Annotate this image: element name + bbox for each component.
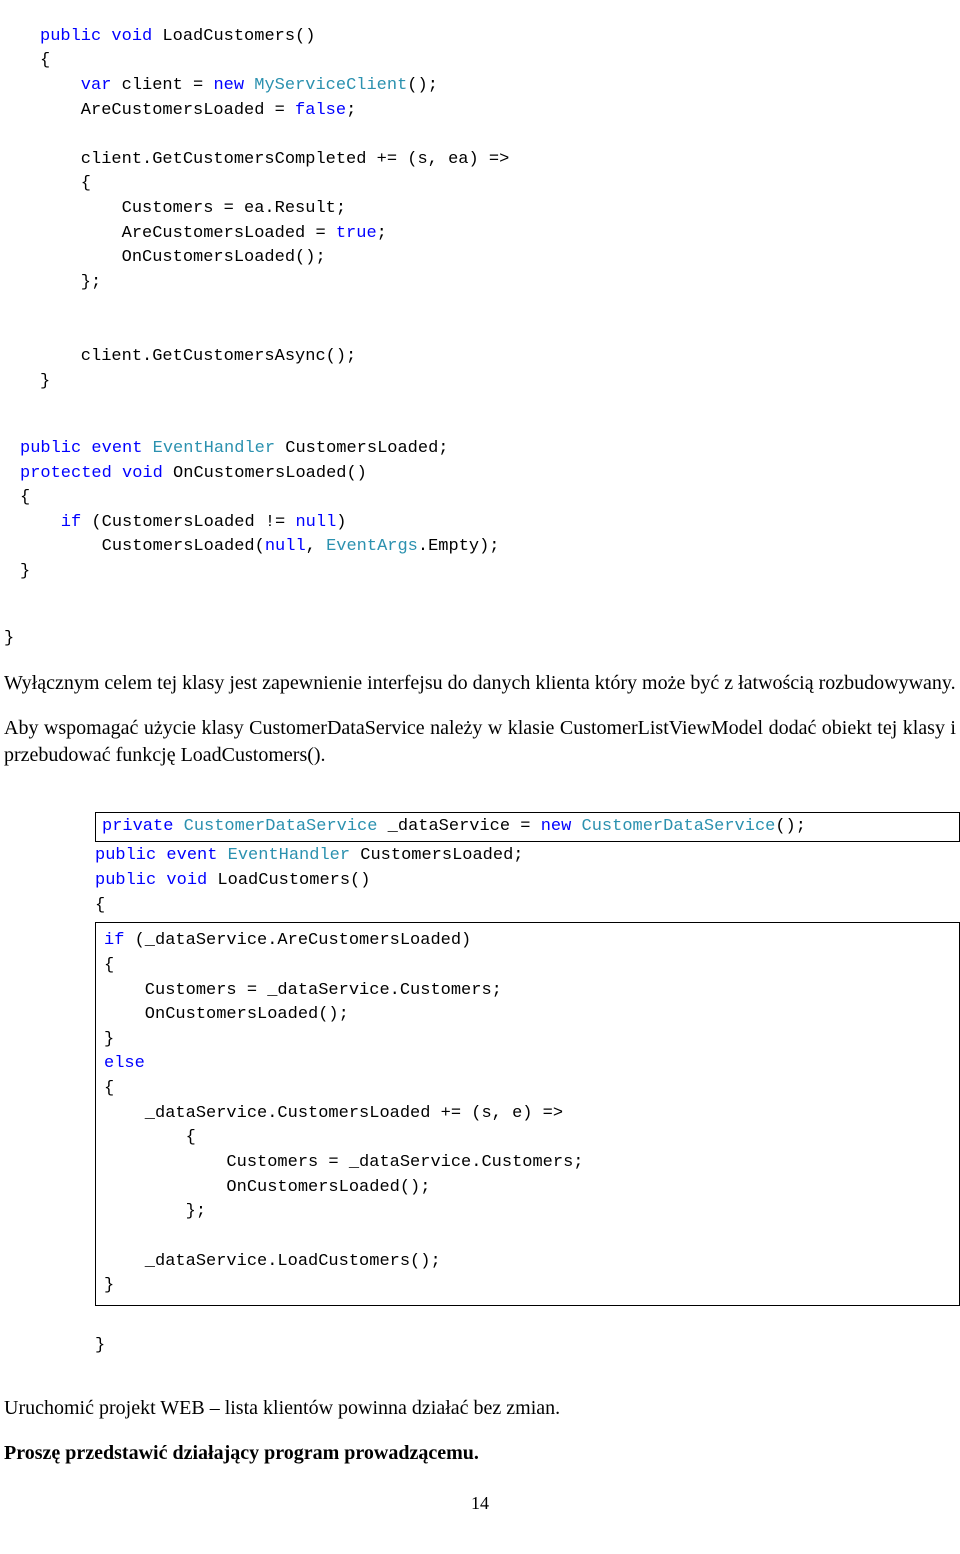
code-text: , [306, 537, 326, 556]
kw-if: if [20, 513, 81, 532]
code-text: AreCustomersLoaded = [40, 224, 336, 243]
code-text: } [104, 1276, 114, 1295]
code-block-loadcustomers: public void LoadCustomers() { var client… [40, 0, 960, 394]
code-text: CustomersLoaded( [20, 537, 265, 556]
kw-public: public [95, 846, 156, 865]
code-text: } [95, 1336, 105, 1355]
kw-if: if [104, 931, 124, 950]
kw-else: else [104, 1054, 145, 1073]
code-text: { [40, 174, 91, 193]
kw-void: void [111, 27, 152, 46]
code-text: } [104, 1030, 114, 1049]
type-name: EventHandler [217, 846, 350, 865]
code-block-event: public event EventHandler CustomersLoade… [20, 412, 960, 584]
code-text: (); [407, 76, 438, 95]
document-page: public void LoadCustomers() { var client… [0, 0, 960, 1554]
code-text: _dataService.LoadCustomers(); [104, 1252, 441, 1271]
code-text: ; [346, 101, 356, 120]
code-text: } [20, 562, 30, 581]
code-text: Customers = _dataService.Customers; [104, 981, 502, 1000]
code-text: { [95, 896, 105, 915]
code-text: { [104, 1079, 114, 1098]
code-text: (_dataService.AreCustomersLoaded) [124, 931, 471, 950]
page-number: 14 [0, 1493, 960, 1514]
code-text: ; [377, 224, 387, 243]
kw-protected: protected [20, 464, 112, 483]
code-text: Customers = ea.Result; [40, 199, 346, 218]
code-text: ) [336, 513, 346, 532]
code-text: } [4, 629, 14, 648]
code-block-dataservice: private CustomerDataService _dataService… [95, 787, 960, 1359]
code-text: OnCustomersLoaded(); [104, 1005, 349, 1024]
code-text: { [20, 488, 30, 507]
code-text: (CustomersLoaded != [81, 513, 295, 532]
type-name: CustomerDataService [571, 817, 775, 836]
kw-true: true [336, 224, 377, 243]
type-name: EventArgs [326, 537, 418, 556]
code-text: }; [40, 273, 101, 292]
kw-event: event [81, 439, 142, 458]
kw-void: void [156, 871, 207, 890]
kw-public: public [40, 27, 101, 46]
code-text: OnCustomersLoaded(); [40, 248, 326, 267]
kw-null: null [295, 513, 336, 532]
code-text: client.GetCustomersCompleted += (s, ea) … [40, 150, 509, 169]
code-text: LoadCustomers() [207, 871, 370, 890]
kw-new: new [213, 76, 244, 95]
type-name: MyServiceClient [244, 76, 407, 95]
paragraph-present: Proszę przedstawić działający program pr… [0, 1440, 960, 1467]
code-text: }; [104, 1202, 206, 1221]
kw-new: new [541, 817, 572, 836]
kw-void: void [112, 464, 163, 483]
code-text: .Empty); [418, 537, 500, 556]
paragraph-purpose: Wyłącznym celem tej klasy jest zapewnien… [0, 670, 960, 697]
code-text: client = [111, 76, 213, 95]
kw-public: public [20, 439, 81, 458]
type-name: CustomerDataService [173, 817, 377, 836]
kw-public: public [95, 871, 156, 890]
code-text: { [40, 51, 50, 70]
code-text: _dataService.CustomersLoaded += (s, e) =… [104, 1104, 563, 1123]
kw-false: false [295, 101, 346, 120]
type-name: EventHandler [142, 439, 275, 458]
kw-event: event [156, 846, 217, 865]
code-text: Customers = _dataService.Customers; [104, 1153, 583, 1172]
code-text: _dataService = [377, 817, 540, 836]
code-closing-brace: } [4, 603, 960, 652]
code-text: client.GetCustomersAsync(); [40, 347, 356, 366]
boxed-line-declaration: private CustomerDataService _dataService… [95, 812, 960, 843]
kw-private: private [102, 817, 173, 836]
paragraph-run-web: Uruchomić projekt WEB – lista klientów p… [0, 1395, 960, 1422]
code-text: CustomersLoaded; [350, 846, 523, 865]
code-text: (); [775, 817, 806, 836]
kw-var: var [40, 76, 111, 95]
code-text: OnCustomersLoaded() [163, 464, 367, 483]
code-text: LoadCustomers() [152, 27, 315, 46]
code-text: { [104, 956, 114, 975]
kw-null: null [265, 537, 306, 556]
boxed-block-body: if (_dataService.AreCustomersLoaded) { C… [95, 922, 960, 1306]
code-text: CustomersLoaded; [275, 439, 448, 458]
code-text: { [104, 1128, 196, 1147]
code-text: } [40, 372, 50, 391]
paragraph-instruction: Aby wspomagać użycie klasy CustomerDataS… [0, 715, 960, 769]
code-text: AreCustomersLoaded = [40, 101, 295, 120]
code-text: OnCustomersLoaded(); [104, 1178, 430, 1197]
